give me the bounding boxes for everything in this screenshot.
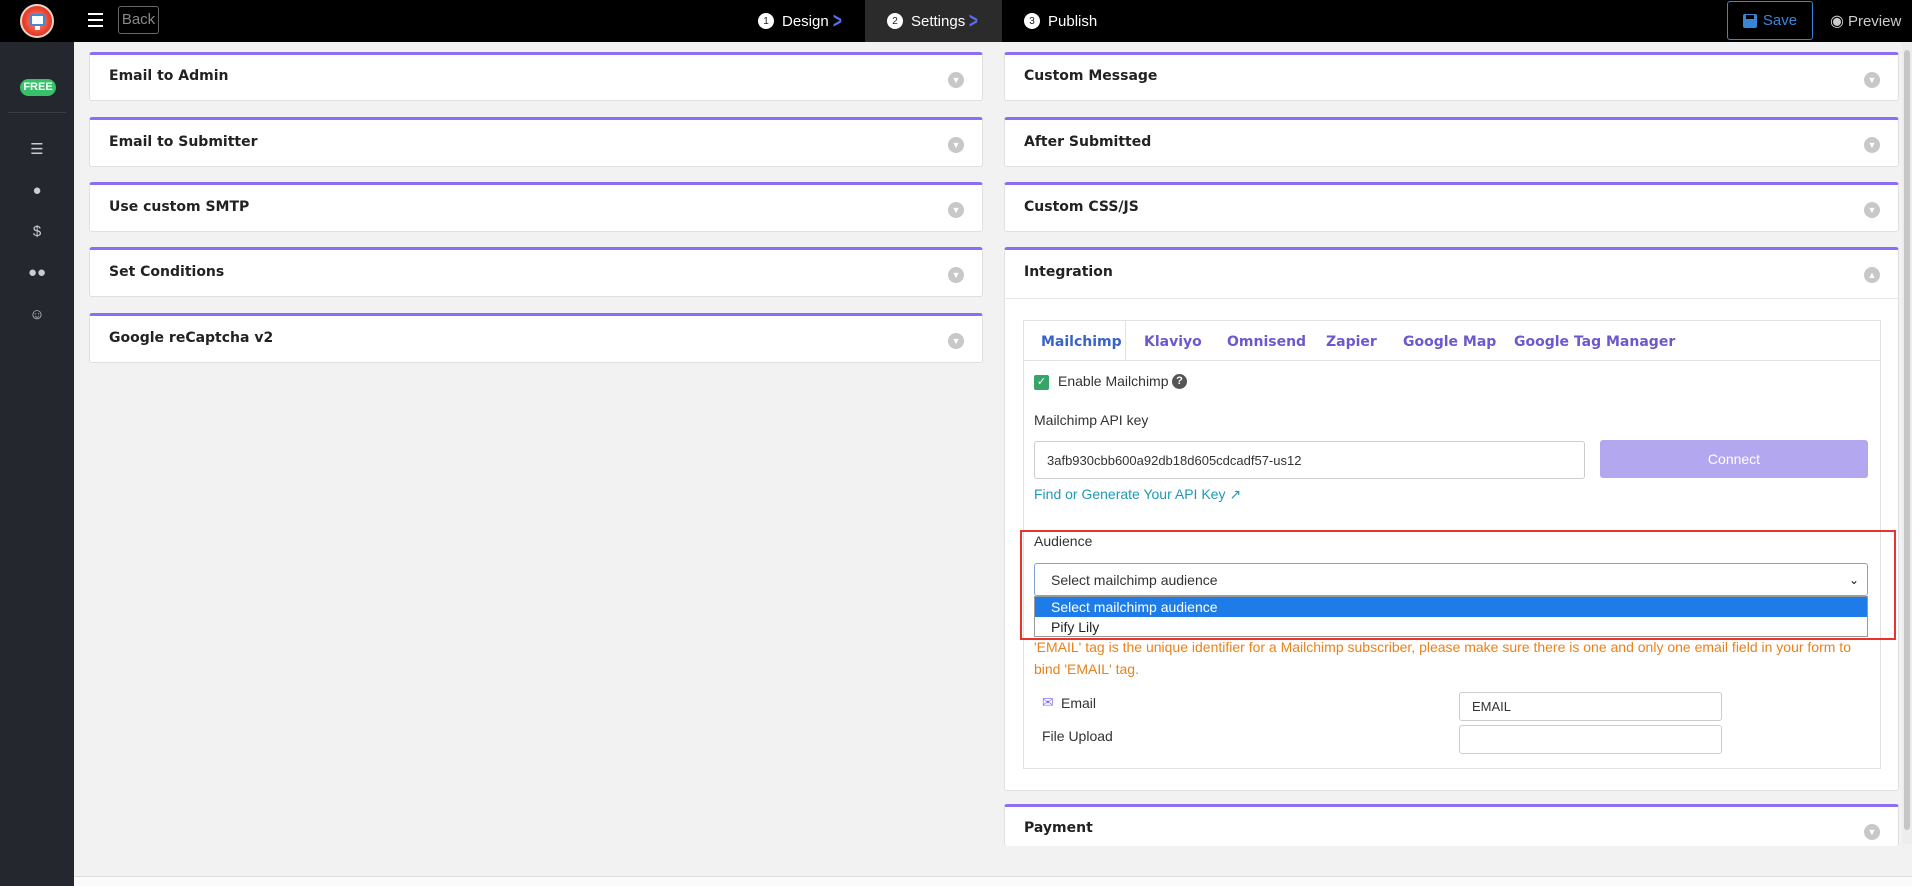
preview-button[interactable]: ◉ Preview xyxy=(1830,0,1901,42)
chevron-down-icon[interactable]: ▼ xyxy=(948,267,964,283)
chevron-down-icon[interactable]: ▼ xyxy=(1864,824,1880,840)
dollar-icon[interactable]: $ xyxy=(28,223,46,241)
sidebar-divider xyxy=(8,112,66,113)
panel-set-conditions[interactable]: Set Conditions ▼ xyxy=(89,247,983,297)
api-key-label: Mailchimp API key xyxy=(1034,412,1149,428)
external-link-icon: ↗ xyxy=(1229,486,1242,502)
panel-custom-css-js[interactable]: Custom CSS/JS ▼ xyxy=(1004,182,1899,232)
chevron-down-icon[interactable]: ▼ xyxy=(948,137,964,153)
audience-option[interactable]: Pify Lily xyxy=(1035,617,1867,637)
step-settings[interactable]: 2 Settings > xyxy=(865,0,1002,42)
sidebar: FREE ☰ ● $ ●● ☺ xyxy=(0,42,74,886)
audience-dropdown: Select mailchimp audience Pify Lily xyxy=(1034,596,1868,637)
audience-select[interactable]: Select mailchimp audience ⌄ xyxy=(1034,563,1868,596)
integration-tabs: Mailchimp Klaviyo Omnisend Zapier Google… xyxy=(1023,320,1881,363)
panel-custom-smtp[interactable]: Use custom SMTP ▼ xyxy=(89,182,983,232)
chevron-down-icon[interactable]: ▼ xyxy=(1864,137,1880,153)
field-label-email: Email xyxy=(1061,695,1097,711)
chevron-down-icon[interactable]: ▼ xyxy=(1864,72,1880,88)
tab-omnisend[interactable]: Omnisend xyxy=(1227,321,1306,363)
step-publish[interactable]: 3 Publish xyxy=(1024,0,1097,42)
tab-google-map[interactable]: Google Map xyxy=(1403,321,1496,363)
smile-icon[interactable]: ☺ xyxy=(28,306,46,324)
file-upload-tag-input[interactable] xyxy=(1459,725,1722,754)
tab-google-tag-manager[interactable]: Google Tag Manager xyxy=(1514,321,1675,363)
eye-icon: ◉ xyxy=(1830,13,1844,30)
tab-zapier[interactable]: Zapier xyxy=(1326,321,1377,363)
chevron-down-icon[interactable]: ▼ xyxy=(1864,202,1880,218)
api-key-link[interactable]: Find or Generate Your API Key ↗ xyxy=(1034,486,1241,503)
app-logo[interactable] xyxy=(20,4,54,38)
help-icon[interactable]: ? xyxy=(1172,374,1187,389)
back-button[interactable]: Back xyxy=(118,6,159,34)
chevron-right-icon: > xyxy=(969,8,979,33)
tab-klaviyo[interactable]: Klaviyo xyxy=(1144,321,1202,363)
panel-email-to-admin[interactable]: Email to Admin ▼ xyxy=(89,52,983,101)
panel-after-submitted[interactable]: After Submitted ▼ xyxy=(1004,117,1899,167)
user-icon[interactable]: ● xyxy=(28,182,46,200)
field-label-file-upload: File Upload xyxy=(1042,728,1113,744)
chevron-up-icon[interactable]: ▲ xyxy=(1864,267,1880,283)
enable-mailchimp-checkbox[interactable]: ✓ xyxy=(1034,375,1049,390)
audience-label: Audience xyxy=(1034,533,1093,549)
audience-option[interactable]: Select mailchimp audience xyxy=(1035,597,1867,617)
top-bar: Back 1 Design > 2 Settings > 3 Publish S… xyxy=(0,0,1912,42)
plan-badge: FREE xyxy=(20,79,56,96)
menu-icon[interactable] xyxy=(88,13,103,27)
chevron-down-icon[interactable]: ▼ xyxy=(948,202,964,218)
panel-payment[interactable]: Payment ▼ xyxy=(1004,804,1899,846)
envelope-icon: ✉ xyxy=(1042,694,1054,710)
users-icon[interactable]: ●● xyxy=(28,264,46,282)
enable-mailchimp-label: Enable Mailchimp xyxy=(1058,373,1169,389)
save-icon xyxy=(1742,13,1757,28)
email-tag-note: 'EMAIL' tag is the unique identifier for… xyxy=(1034,639,1851,677)
save-button[interactable]: Save xyxy=(1727,1,1813,40)
list-icon[interactable]: ☰ xyxy=(28,140,46,158)
chevron-down-icon[interactable]: ▼ xyxy=(948,333,964,349)
connect-button[interactable]: Connect xyxy=(1600,440,1868,478)
bottom-bar xyxy=(74,876,1912,886)
api-key-input[interactable]: 3afb930cbb600a92db18d605cdcadf57-us12 xyxy=(1034,441,1585,479)
chevron-down-icon: ⌄ xyxy=(1848,573,1859,587)
chevron-right-icon: > xyxy=(832,8,842,33)
panel-recaptcha[interactable]: Google reCaptcha v2 ▼ xyxy=(89,313,983,363)
chevron-down-icon[interactable]: ▼ xyxy=(948,72,964,88)
email-tag-input[interactable]: EMAIL xyxy=(1459,692,1722,721)
step-design[interactable]: 1 Design > xyxy=(758,0,844,42)
panel-email-to-submitter[interactable]: Email to Submitter ▼ xyxy=(89,117,983,167)
tab-mailchimp[interactable]: Mailchimp xyxy=(1024,321,1126,363)
scrollbar-thumb[interactable] xyxy=(1904,50,1910,830)
panel-custom-message[interactable]: Custom Message ▼ xyxy=(1004,52,1899,101)
